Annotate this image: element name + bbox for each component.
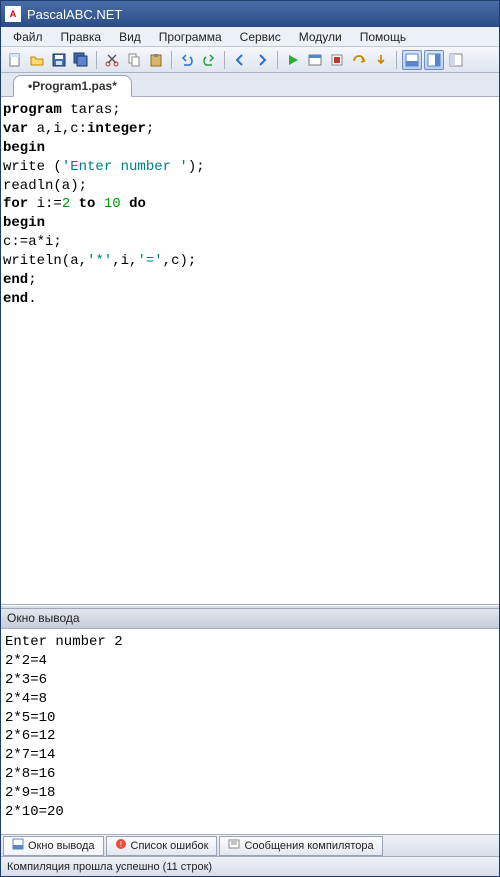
output-line: Enter number 2 [5,634,123,650]
bottom-tab-label: Окно вывода [28,840,95,852]
code-token: ; [28,272,36,288]
save-all-icon[interactable] [71,50,91,70]
code-token [121,196,129,212]
toolbar-separator [277,51,278,69]
code-token: . [28,291,36,307]
code-token: ; [146,121,154,137]
output-line: 2*7=14 [5,747,55,763]
output-line: 2*9=18 [5,785,55,801]
code-token: var [3,121,28,137]
errors-panel-icon[interactable] [424,50,444,70]
code-token: begin [3,140,45,156]
code-token [70,196,78,212]
menu-file[interactable]: Файл [5,28,51,46]
toolbar-separator [396,51,397,69]
code-token: 'Enter number ' [62,159,188,175]
nav-back-icon[interactable] [230,50,250,70]
code-token: taras; [62,102,121,118]
output-panel-title: Окно вывода [1,609,499,629]
code-token: ,i, [112,253,137,269]
code-token: begin [3,215,45,231]
menu-edit[interactable]: Правка [53,28,110,46]
editor-tabstrip: •Program1.pas* [1,73,499,97]
code-token: end [3,291,28,307]
run-icon[interactable] [283,50,303,70]
menu-help[interactable]: Помощь [352,28,414,46]
code-token: write ( [3,159,62,175]
output-panel[interactable]: Enter number 2 2*2=4 2*3=6 2*4=8 2*5=10 … [1,629,499,834]
code-token: for [3,196,28,212]
titlebar[interactable]: A PascalABC.NET [1,1,499,27]
output-line: 2*3=6 [5,672,47,688]
save-icon[interactable] [49,50,69,70]
bottom-tab-label: Сообщения компилятора [244,840,373,852]
stepover-icon[interactable] [349,50,369,70]
code-token: writeln(a, [3,253,87,269]
code-token: to [79,196,96,212]
code-token: c:=a*i; [3,234,62,250]
bottom-tab-output[interactable]: Окно вывода [3,836,104,856]
output-line: 2*8=16 [5,766,55,782]
copy-icon[interactable] [124,50,144,70]
code-token: i:= [28,196,62,212]
output-line: 2*4=8 [5,691,47,707]
toolbar-separator [96,51,97,69]
code-token: ); [188,159,205,175]
open-folder-icon[interactable] [27,50,47,70]
menu-program[interactable]: Программа [151,28,230,46]
editor-tab[interactable]: •Program1.pas* [13,75,132,97]
app-window: A PascalABC.NET Файл Правка Вид Программ… [0,0,500,877]
menu-service[interactable]: Сервис [232,28,289,46]
svg-text:!: ! [119,840,121,849]
code-token: 2 [62,196,70,212]
code-token: readln(a); [3,178,87,194]
stepin-icon[interactable] [371,50,391,70]
code-token [95,196,103,212]
code-editor[interactable]: program taras; var a,i,c:integer; begin … [1,97,499,605]
code-token: 10 [104,196,121,212]
redo-icon[interactable] [199,50,219,70]
nav-fwd-icon[interactable] [252,50,272,70]
errors-tab-icon: ! [115,838,127,853]
output-line: 2*2=4 [5,653,47,669]
output-line: 2*5=10 [5,710,55,726]
output-line: 2*6=12 [5,728,55,744]
output-tab-icon [12,838,24,853]
bottom-tabstrip: Окно вывода ! Список ошибок Сообщения ко… [1,834,499,856]
cut-icon[interactable] [102,50,122,70]
stop-icon[interactable] [327,50,347,70]
undo-icon[interactable] [177,50,197,70]
code-token: a,i,c: [28,121,87,137]
output-line: 2*10=20 [5,804,64,820]
toolbar [1,47,499,73]
code-token: '=' [137,253,162,269]
status-text: Компиляция прошла успешно (11 строк) [7,861,212,873]
menu-view[interactable]: Вид [111,28,149,46]
toolbar-separator [224,51,225,69]
menu-modules[interactable]: Модули [291,28,350,46]
app-icon: A [5,6,21,22]
code-token: integer [87,121,146,137]
bottom-tab-errors[interactable]: ! Список ошибок [106,836,218,856]
code-token: do [129,196,146,212]
code-token: '*' [87,253,112,269]
bottom-tab-messages[interactable]: Сообщения компилятора [219,836,382,856]
output-panel-icon[interactable] [402,50,422,70]
watch-panel-icon[interactable] [446,50,466,70]
statusbar: Компиляция прошла успешно (11 строк) [1,856,499,876]
paste-icon[interactable] [146,50,166,70]
code-token: program [3,102,62,118]
bottom-tab-label: Список ошибок [131,840,209,852]
toolbar-separator [171,51,172,69]
code-token: ,c); [163,253,197,269]
compile-icon[interactable] [305,50,325,70]
new-file-icon[interactable] [5,50,25,70]
messages-tab-icon [228,838,240,853]
code-token: end [3,272,28,288]
editor-tab-label: •Program1.pas* [28,79,117,93]
window-title: PascalABC.NET [27,7,122,22]
menubar: Файл Правка Вид Программа Сервис Модули … [1,27,499,47]
